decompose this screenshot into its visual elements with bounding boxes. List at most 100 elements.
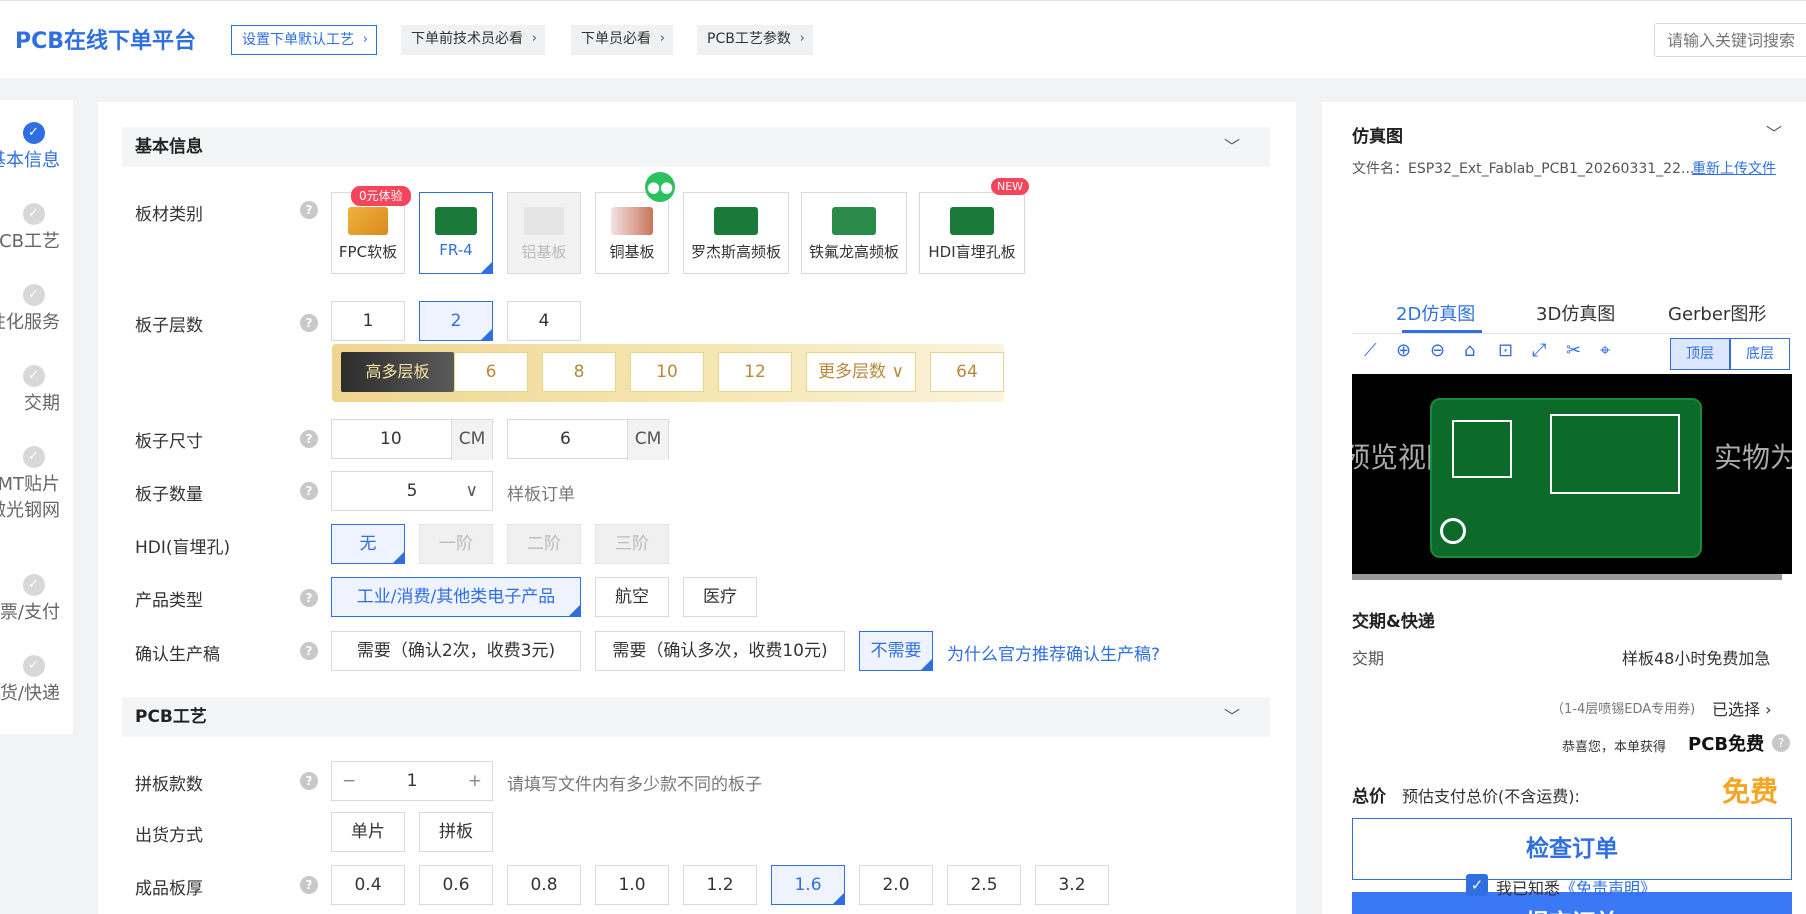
check-icon: ✓ <box>22 122 45 144</box>
pcb-logo <box>1440 518 1466 544</box>
order-sidebar: 仿真图 ﹀ 文件名：ESP32_Ext_Fablab_PCB1_20260331… <box>1322 102 1806 914</box>
agree-text: 我已知悉 <box>1496 879 1561 898</box>
eda-selected-link[interactable]: 已选择 › <box>1712 696 1772 720</box>
fpc-image <box>348 207 388 235</box>
step-basic[interactable]: ✓ 基本信息 <box>0 122 73 171</box>
help-icon[interactable]: ? <box>1772 734 1790 752</box>
agree-checkbox[interactable]: ✓ <box>1466 874 1488 896</box>
fullscreen-icon[interactable]: ⤢ <box>1532 340 1546 361</box>
step-smt[interactable]: ✓ MT贴片 激光钢网 <box>0 446 73 521</box>
hdi-image <box>950 207 994 235</box>
chevron-down-icon[interactable]: ﹀ <box>1224 127 1240 167</box>
more-layers-select[interactable]: 更多层数 ∨ <box>806 352 916 392</box>
step-label: 交期 <box>24 393 60 414</box>
aluminum-image <box>524 207 564 235</box>
copper-image <box>611 207 653 235</box>
material-name: 铝基板 <box>521 243 567 261</box>
step-label: 基本信息 <box>0 150 60 171</box>
preview-scrollbar[interactable] <box>1352 574 1782 580</box>
material-label: 板材类别 <box>135 205 203 225</box>
step-shipping[interactable]: ✓ 货/快递 <box>0 655 73 704</box>
form-content: 基本信息 ﹀ 板材类别 ? FPC软板 FR-4 铝基板 铜基板 罗杰斯高频板 铁… <box>98 0 1296 914</box>
chevron-down-icon: ∨ <box>891 362 904 382</box>
layer-option-64[interactable]: 64 <box>930 352 1004 392</box>
chevron-right-icon: › <box>1765 700 1772 719</box>
tab-divider <box>1352 333 1792 334</box>
layer-option-4[interactable]: 4 <box>507 301 581 341</box>
disclaimer-link[interactable]: 《免责声明》 <box>1560 879 1656 898</box>
new-badge: NEW <box>991 178 1030 195</box>
scissors-icon[interactable]: ✂ <box>1566 340 1581 361</box>
step-label: 性化服务 <box>0 312 60 333</box>
layer-option-8[interactable]: 8 <box>542 352 616 392</box>
check-icon: ✓ <box>22 574 45 596</box>
help-icon[interactable]: ? <box>300 314 318 332</box>
material-name: FPC软板 <box>338 243 398 261</box>
zoom-out-icon[interactable]: ⊖ <box>1430 340 1445 361</box>
watermark-right: 实物为准 <box>1714 441 1792 474</box>
pcb-preview[interactable]: 预览视图 实物为准 <box>1352 374 1792 574</box>
ruler-icon[interactable]: ⟋ <box>1364 340 1377 361</box>
total-sub: 预估支付总价(不含运费): <box>1402 787 1580 806</box>
pcb-silk-outline <box>1452 420 1512 478</box>
bottom-layer-button[interactable]: 底层 <box>1730 338 1790 370</box>
material-name: 铁氟龙高频板 <box>808 243 899 261</box>
material-name: FR-4 <box>439 241 473 259</box>
search-input[interactable] <box>1654 23 1806 57</box>
step-label: MT贴片 <box>0 474 60 495</box>
step-custom[interactable]: ✓ 性化服务 <box>0 284 73 333</box>
layer-option-12[interactable]: 12 <box>718 352 792 392</box>
layer-option-2[interactable]: 2 <box>419 301 493 341</box>
check-icon: ✓ <box>22 655 45 677</box>
layers-label: 板子层数 <box>135 316 203 336</box>
file-label: 文件名： <box>1352 161 1408 177</box>
fr4-image <box>435 207 477 235</box>
layer-option-1[interactable]: 1 <box>331 301 405 341</box>
home-icon[interactable]: ⌂ <box>1464 340 1475 361</box>
step-invoice[interactable]: ✓ 票/支付 <box>0 574 73 623</box>
pcb-board-render <box>1430 398 1702 558</box>
file-name: ESP32_Ext_Fablab_PCB1_20260331_22... <box>1408 161 1695 177</box>
step-delivery[interactable]: ✓ 交期 <box>0 365 73 414</box>
wechat-icon[interactable]: ●● <box>645 172 675 202</box>
step-pcb[interactable]: ✓ PCB工艺 <box>0 203 73 252</box>
free-trial-badge: 0元体验 <box>351 186 411 206</box>
section-basic-header[interactable]: 基本信息 ﹀ <box>122 127 1270 167</box>
tab-gerber[interactable]: Gerber图形 <box>1668 300 1766 326</box>
delivery-title: 交期&快递 <box>1352 612 1435 632</box>
material-fr4[interactable]: FR-4 <box>419 192 493 274</box>
crosshair-icon[interactable]: ⌖ <box>1600 340 1610 361</box>
reupload-link[interactable]: 重新上传文件 <box>1692 158 1776 178</box>
tab-2d[interactable]: 2D仿真图 <box>1396 300 1475 326</box>
material-hdi[interactable]: HDI盲埋孔板 <box>919 192 1025 274</box>
material-aluminum: 铝基板 <box>507 192 581 274</box>
agree-row: 我已知悉《免责声明》 <box>1496 875 1656 899</box>
step-label: 票/支付 <box>0 602 60 623</box>
premium-layers-tag: 高多层板 <box>341 352 454 392</box>
eda-note: （1-4层喷锡EDA专用券) <box>1551 702 1696 717</box>
total-value: 免费 <box>1722 775 1779 808</box>
chevron-down-icon[interactable]: ﹀ <box>1766 120 1782 144</box>
rogers-image <box>714 207 758 235</box>
active-tab-indicator <box>1402 330 1482 333</box>
fit-icon[interactable]: ⊡ <box>1498 340 1513 361</box>
zoom-in-icon[interactable]: ⊕ <box>1396 340 1411 361</box>
premium-tag-label: 高多层板 <box>365 362 430 381</box>
material-name: 铜基板 <box>609 243 655 261</box>
layer-option-6[interactable]: 6 <box>454 352 528 392</box>
help-icon[interactable]: ? <box>300 201 318 219</box>
check-icon: ✓ <box>22 203 45 225</box>
pcb-silk-module <box>1550 414 1680 494</box>
file-name-row: 文件名：ESP32_Ext_Fablab_PCB1_20260331_22... <box>1352 158 1694 178</box>
top-layer-button[interactable]: 顶层 <box>1670 338 1730 370</box>
eda-selected-label: 已选择 <box>1712 700 1761 719</box>
material-rogers[interactable]: 罗杰斯高频板 <box>683 192 789 274</box>
tab-3d[interactable]: 3D仿真图 <box>1536 300 1615 326</box>
material-copper[interactable]: 铜基板 <box>595 192 669 274</box>
section-title: 基本信息 <box>135 137 203 157</box>
delivery-label: 交期 <box>1352 649 1385 668</box>
check-icon: ✓ <box>22 446 45 468</box>
material-teflon[interactable]: 铁氟龙高频板 <box>801 192 907 274</box>
layer-option-10[interactable]: 10 <box>630 352 704 392</box>
check-order-button[interactable]: 检查订单 <box>1352 818 1792 880</box>
